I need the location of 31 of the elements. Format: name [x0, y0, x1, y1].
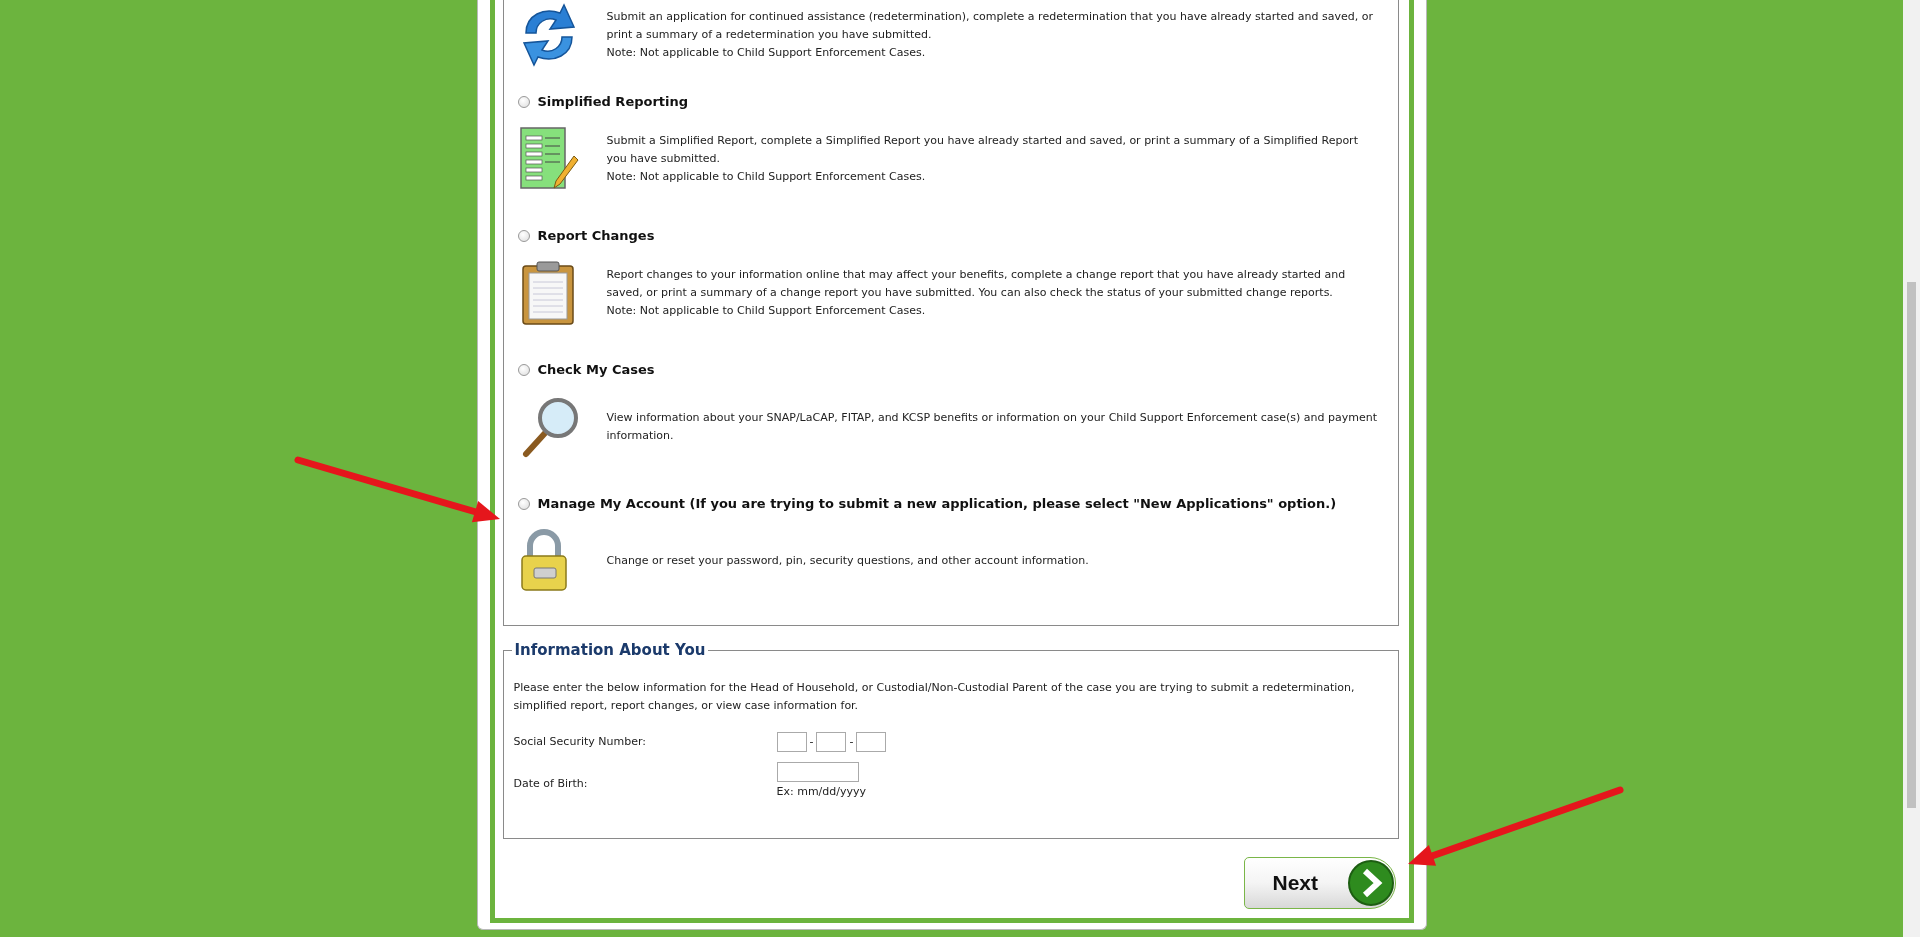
scrollbar[interactable]: [1903, 0, 1920, 937]
field-label: Social Security Number:: [513, 733, 647, 750]
option-title: Simplified Reporting: [537, 93, 689, 112]
chevron-icon: [1346, 859, 1395, 907]
option-description: Submit an application for continued assistance (redetermination), complete a redetermination that you have already started and saved, or print a summary of a redetermination you have submitted.: [606, 9, 1374, 43]
option-description: Change or reset your password, pin, security questions, and other account information.: [606, 553, 1090, 569]
option-note: Note: Not applicable to Child Support Enforcement Cases.: [606, 45, 927, 61]
ssn-field[interactable]: [776, 732, 807, 752]
option-title: Check My Cases: [537, 361, 655, 380]
option-title: Manage My Account (If you are trying to submit a new application, please select "New Applications" option.): [537, 495, 1337, 514]
scrollbar-thumb[interactable]: [1907, 282, 1916, 808]
separator-text: -: [809, 733, 814, 750]
date-field[interactable]: [776, 762, 859, 782]
radio-button[interactable]: [517, 498, 530, 510]
radio-button[interactable]: [517, 364, 530, 376]
option-description: Submit a Simplified Report, complete a Simplified Report you have already started and saved, or print a summary of a Simplified Report you have submitted.: [606, 133, 1359, 167]
ssn-field[interactable]: [856, 732, 887, 752]
field-label: Date of Birth:: [513, 776, 589, 792]
separator-text: -: [849, 733, 854, 750]
option-note: Note: Not applicable to Child Support Enforcement Cases.: [606, 169, 927, 185]
intro-text: Please enter the below information for the Head of Household, or Custodial/Non-Custodial Parent of the case you are trying to submit a redetermination, simplified report, report changes, or view case information for.: [513, 680, 1356, 714]
option-description: Report changes to your information online that may affect your benefits, complete a change report that you have already started and saved, or print a summary of a change report you have submitted. You can also check the status of your submitted change reports.: [606, 267, 1347, 301]
radio-button[interactable]: [517, 96, 530, 108]
ssn-field[interactable]: [816, 732, 847, 752]
option-title: Report Changes: [537, 227, 655, 246]
next-button[interactable]: Next: [1243, 857, 1396, 909]
option-note: Note: Not applicable to Child Support Enforcement Cases.: [606, 303, 927, 319]
form-pencil-icon: [517, 126, 580, 192]
radio-button[interactable]: [517, 230, 530, 242]
option-description: View information about your SNAP/LaCAP, FITAP, and KCSP benefits or information on your Child Support Enforcement case(s) and payment information.: [606, 410, 1379, 444]
hint-text: Ex: mm/dd/yyyy: [776, 784, 866, 800]
